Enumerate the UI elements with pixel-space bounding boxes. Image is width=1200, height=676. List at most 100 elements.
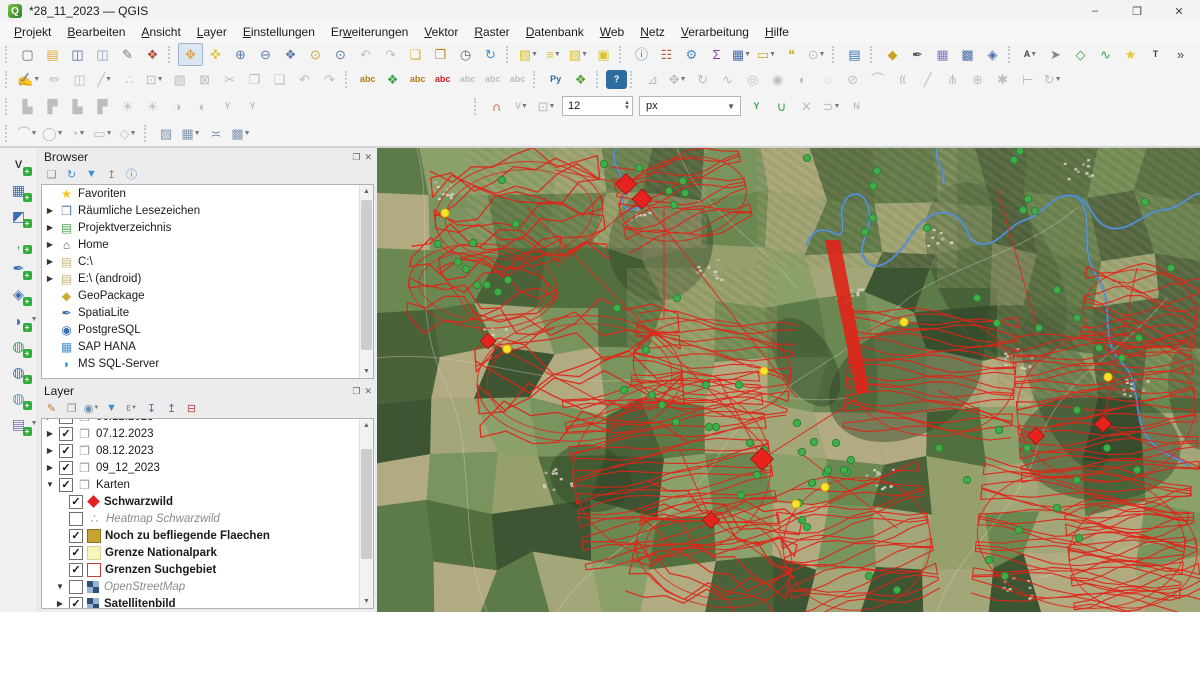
temporal-controller-button[interactable]: ◷: [453, 43, 478, 66]
browser-item-raeumliche-lesezeichen[interactable]: ▶❒Räumliche Lesezeichen: [42, 202, 373, 219]
statistical-summary-button[interactable]: Σ: [704, 43, 729, 66]
layer-checkbox[interactable]: [69, 580, 83, 594]
layer-checkbox[interactable]: ✓: [69, 495, 83, 509]
menu-einstellungen[interactable]: Einstellungen: [235, 23, 323, 41]
layer-checkbox[interactable]: ✓: [69, 546, 83, 560]
expand-all-button[interactable]: ↧: [143, 400, 160, 416]
new-virtual-layer-button[interactable]: ◈: [980, 43, 1005, 66]
add-wcs-layer-button[interactable]: ◍+: [6, 360, 32, 385]
layer-grenzen-suchgebiet[interactable]: ✓Grenzen Suchgebiet: [42, 561, 373, 578]
show-spatial-bookmarks-button[interactable]: ❐: [428, 43, 453, 66]
map-tips-button[interactable]: ❝: [779, 43, 804, 66]
menu-bearbeiten[interactable]: Bearbeiten: [59, 23, 133, 41]
menu-verarbeitung[interactable]: Verarbeitung: [673, 23, 757, 41]
add-delimited-text-layer-button[interactable]: ,+: [6, 230, 32, 255]
save-project-as-button[interactable]: ◫: [90, 43, 115, 66]
minimize-button[interactable]: –: [1074, 0, 1116, 22]
browser-item-spatialite[interactable]: ✒SpatiaLite: [42, 304, 373, 321]
browser-item-c-drive[interactable]: ▶▤C:\: [42, 253, 373, 270]
layer-checkbox[interactable]: ✓: [59, 418, 73, 424]
expand-arrow-icon[interactable]: ▶: [45, 257, 55, 266]
zoom-in-button[interactable]: ⊕: [228, 43, 253, 66]
select-features-button[interactable]: ▧▼: [516, 43, 541, 66]
layer-checkbox[interactable]: [69, 512, 83, 526]
field-calculator-button[interactable]: ☷: [654, 43, 679, 66]
layer-openstreetmap[interactable]: ▼OpenStreetMap: [42, 578, 373, 595]
menu-netz[interactable]: Netz: [632, 23, 673, 41]
layer-checkbox[interactable]: ✓: [59, 444, 73, 458]
menu-raster[interactable]: Raster: [466, 23, 517, 41]
manage-map-themes-button[interactable]: ◉▼: [83, 400, 100, 416]
expand-arrow-icon[interactable]: ▶: [45, 274, 55, 283]
menu-erweiterungen[interactable]: Erweiterungen: [323, 23, 416, 41]
expand-arrow-icon[interactable]: ▼: [55, 582, 65, 591]
layer-noch-zu-befliegende-flaechen[interactable]: ✓Noch zu befliegende Flaechen: [42, 527, 373, 544]
filter-legend-button[interactable]: ▼: [103, 400, 120, 416]
vertical-scrollbar[interactable]: ▲▼: [359, 185, 373, 378]
menu-ansicht[interactable]: Ansicht: [133, 23, 188, 41]
measure-button[interactable]: ▭▼: [754, 43, 779, 66]
refresh-map-button[interactable]: ↻: [478, 43, 503, 66]
db-manager-button[interactable]: ▤: [842, 43, 867, 66]
layer-labeling-button[interactable]: abc: [355, 68, 380, 91]
save-project-button[interactable]: ◫: [65, 43, 90, 66]
zoom-to-layer-button[interactable]: ⊙: [328, 43, 353, 66]
layer-08-12-2023[interactable]: ▶✓❐08.12.2023: [42, 442, 373, 459]
polygon-annotation-button[interactable]: ◇: [1068, 43, 1093, 66]
zoom-out-button[interactable]: ⊖: [253, 43, 278, 66]
add-vector-layer-button[interactable]: V+: [6, 152, 32, 177]
expand-arrow-icon[interactable]: ▶: [55, 599, 65, 608]
scroll-down-button[interactable]: ▼: [360, 365, 373, 378]
python-console-button[interactable]: Py: [543, 68, 568, 91]
layer-diagram-button[interactable]: ❖: [380, 68, 405, 91]
menu-projekt[interactable]: Projekt: [6, 23, 59, 41]
pan-to-selection-button[interactable]: ✜: [203, 43, 228, 66]
new-project-button[interactable]: ▢: [15, 43, 40, 66]
scroll-down-button[interactable]: ▼: [360, 595, 373, 608]
scroll-up-button[interactable]: ▲: [360, 185, 373, 198]
restore-button[interactable]: ❐: [1116, 0, 1158, 22]
osm-place-search-button[interactable]: ❖: [568, 68, 593, 91]
open-layer-styling-panel-button[interactable]: ✎: [43, 400, 60, 416]
new-raster-layer-button[interactable]: ▩: [955, 43, 980, 66]
expand-arrow-icon[interactable]: ▶: [45, 429, 55, 438]
add-mesh-layer-button[interactable]: ◩+: [6, 204, 32, 229]
layer-09-12-2023[interactable]: ▶✓❐09_12_2023: [42, 459, 373, 476]
scroll-up-button[interactable]: ▲: [360, 419, 373, 432]
menu-hilfe[interactable]: Hilfe: [757, 23, 797, 41]
pin-labels-button[interactable]: abc: [405, 68, 430, 91]
browser-item-e-drive[interactable]: ▶▤E:\ (android): [42, 270, 373, 287]
layer-checkbox[interactable]: ✓: [59, 427, 73, 441]
add-raster-layer-button[interactable]: ▦+: [6, 178, 32, 203]
layer-satellitenbild[interactable]: ▶✓Satellitenbild: [42, 595, 373, 609]
scrollbar-thumb[interactable]: [361, 449, 372, 559]
expand-arrow-icon[interactable]: ▶: [45, 223, 55, 232]
browser-item-home[interactable]: ▶⌂Home: [42, 236, 373, 253]
layer-grenze-nationalpark[interactable]: ✓Grenze Nationalpark: [42, 544, 373, 561]
browser-properties-button[interactable]: ⓘ: [123, 166, 140, 182]
scrollbar-thumb[interactable]: [361, 200, 372, 350]
new-spatial-bookmark-button[interactable]: ❏: [403, 43, 428, 66]
layer-checkbox[interactable]: ✓: [69, 529, 83, 543]
close-browser-button[interactable]: ✕: [364, 152, 372, 163]
annotation-toolbar-button[interactable]: A▼: [1018, 43, 1043, 66]
menu-datenbank[interactable]: Datenbank: [518, 23, 592, 41]
add-group-button[interactable]: ❐: [63, 400, 80, 416]
expand-arrow-icon[interactable]: ▶: [45, 446, 55, 455]
layer-heatmap-schwarzwild[interactable]: ∴Heatmap Schwarzwild: [42, 510, 373, 527]
layer-checkbox[interactable]: ✓: [59, 478, 73, 492]
layer-schwarzwild[interactable]: ✓Schwarzwild: [42, 493, 373, 510]
layer-karten[interactable]: ▼✓❐Karten: [42, 476, 373, 493]
expand-arrow-icon[interactable]: ▼: [45, 480, 55, 489]
layer-checkbox[interactable]: ✓: [69, 597, 83, 610]
add-point-cloud-layer-button[interactable]: ▤+▼: [6, 412, 32, 437]
collapse-all-layers-button[interactable]: ↥: [163, 400, 180, 416]
layer-06-12-2023[interactable]: ▶✓❐06.12.2023: [42, 418, 373, 425]
filter-by-expression-button[interactable]: ε▼: [123, 400, 140, 416]
open-project-button[interactable]: ▤: [40, 43, 65, 66]
expand-arrow-icon[interactable]: ▶: [45, 463, 55, 472]
style-manager-button[interactable]: ❖: [140, 43, 165, 66]
browser-item-ms-sql-server[interactable]: ◗MS SQL-Server: [42, 355, 373, 372]
text-annotation-button[interactable]: T: [1143, 43, 1168, 66]
expand-arrow-icon[interactable]: ▶: [45, 206, 55, 215]
